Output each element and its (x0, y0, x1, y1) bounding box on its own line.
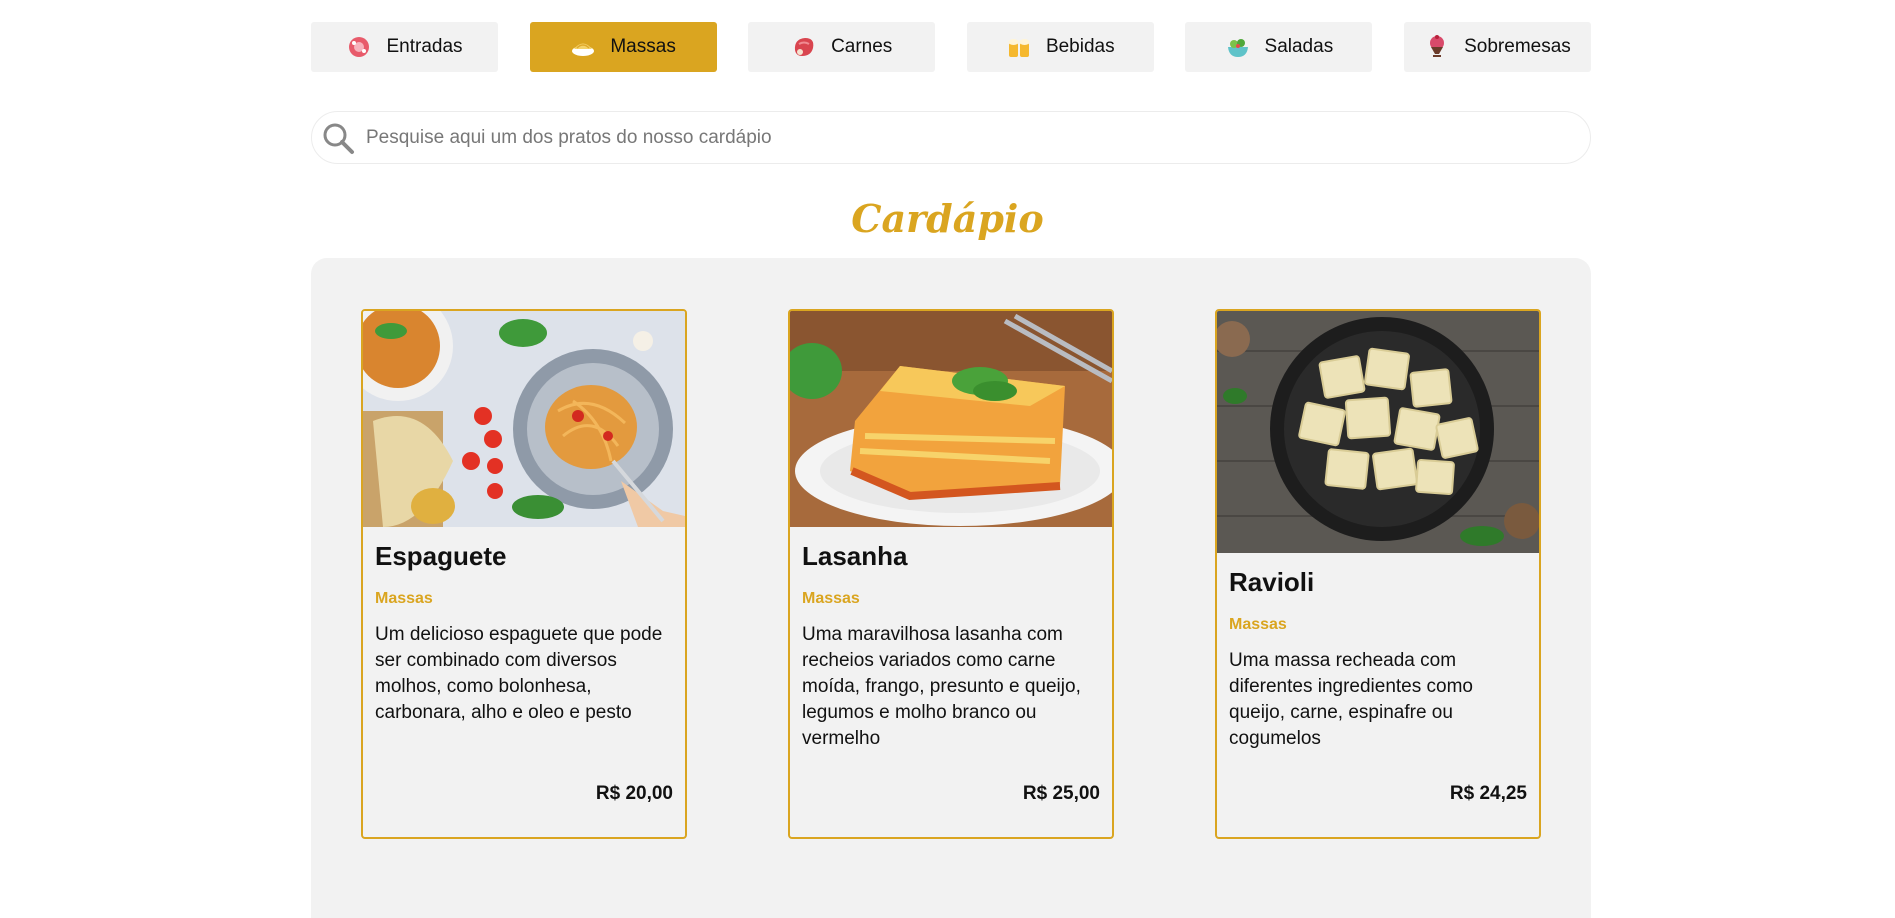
dish-card-ravioli[interactable]: Ravioli Massas Uma massa recheada com di… (1215, 309, 1541, 839)
dish-name: Lasanha (802, 541, 908, 571)
lasanha-image (790, 311, 1112, 527)
ravioli-image (1217, 311, 1539, 553)
tab-label: Entradas (386, 36, 463, 57)
tab-label: Bebidas (1045, 36, 1115, 57)
dish-price: R$ 25,00 (1022, 783, 1100, 804)
tab-carnes[interactable]: Carnes (748, 22, 936, 72)
page-title: Cardápio (851, 196, 1044, 241)
tab-saladas[interactable]: Saladas (1185, 22, 1373, 72)
dish-category: Massas (802, 590, 860, 607)
search-icon[interactable] (320, 120, 356, 156)
drinks-icon (1008, 39, 1030, 57)
dish-description: Uma massa recheada com diferentes ingred… (1229, 650, 1473, 749)
tab-bebidas[interactable]: Bebidas (966, 22, 1154, 72)
tab-label: Carnes (831, 36, 893, 57)
tab-label: Massas (610, 36, 676, 57)
pasta-icon (572, 43, 595, 56)
category-tabs: Entradas Massas Carnes Bebidas Saladas S… (311, 22, 1591, 72)
dish-card-espaguete[interactable]: Espaguete Massas Um delicioso espaguete … (361, 309, 687, 839)
dish-price: R$ 24,25 (1449, 783, 1527, 804)
dish-name: Ravioli (1229, 567, 1315, 597)
meat-icon (794, 38, 814, 56)
tab-label: Sobremesas (1464, 36, 1571, 57)
search-input[interactable] (364, 125, 1590, 150)
dish-description: Uma maravilhosa lasanha com recheios var… (802, 624, 1081, 749)
dessert-icon (1430, 35, 1445, 57)
dish-name: Espaguete (375, 541, 507, 571)
entrada-icon (349, 37, 370, 57)
dish-category: Massas (1229, 616, 1287, 633)
tab-sobremesas[interactable]: Sobremesas (1403, 22, 1591, 72)
menu-panel: Espaguete Massas Um delicioso espaguete … (311, 258, 1591, 918)
tab-entradas[interactable]: Entradas (311, 22, 498, 72)
search-bar[interactable] (311, 111, 1591, 164)
dish-description: Um delicioso espaguete que pode ser comb… (375, 624, 663, 723)
dish-category: Massas (375, 590, 433, 607)
espaguete-image (363, 311, 685, 527)
salad-icon (1227, 39, 1248, 57)
dish-card-lasanha[interactable]: Lasanha Massas Uma maravilhosa lasanha c… (788, 309, 1114, 839)
tab-massas[interactable]: Massas (529, 22, 717, 72)
tab-label: Saladas (1264, 36, 1334, 57)
dish-price: R$ 20,00 (595, 783, 673, 804)
